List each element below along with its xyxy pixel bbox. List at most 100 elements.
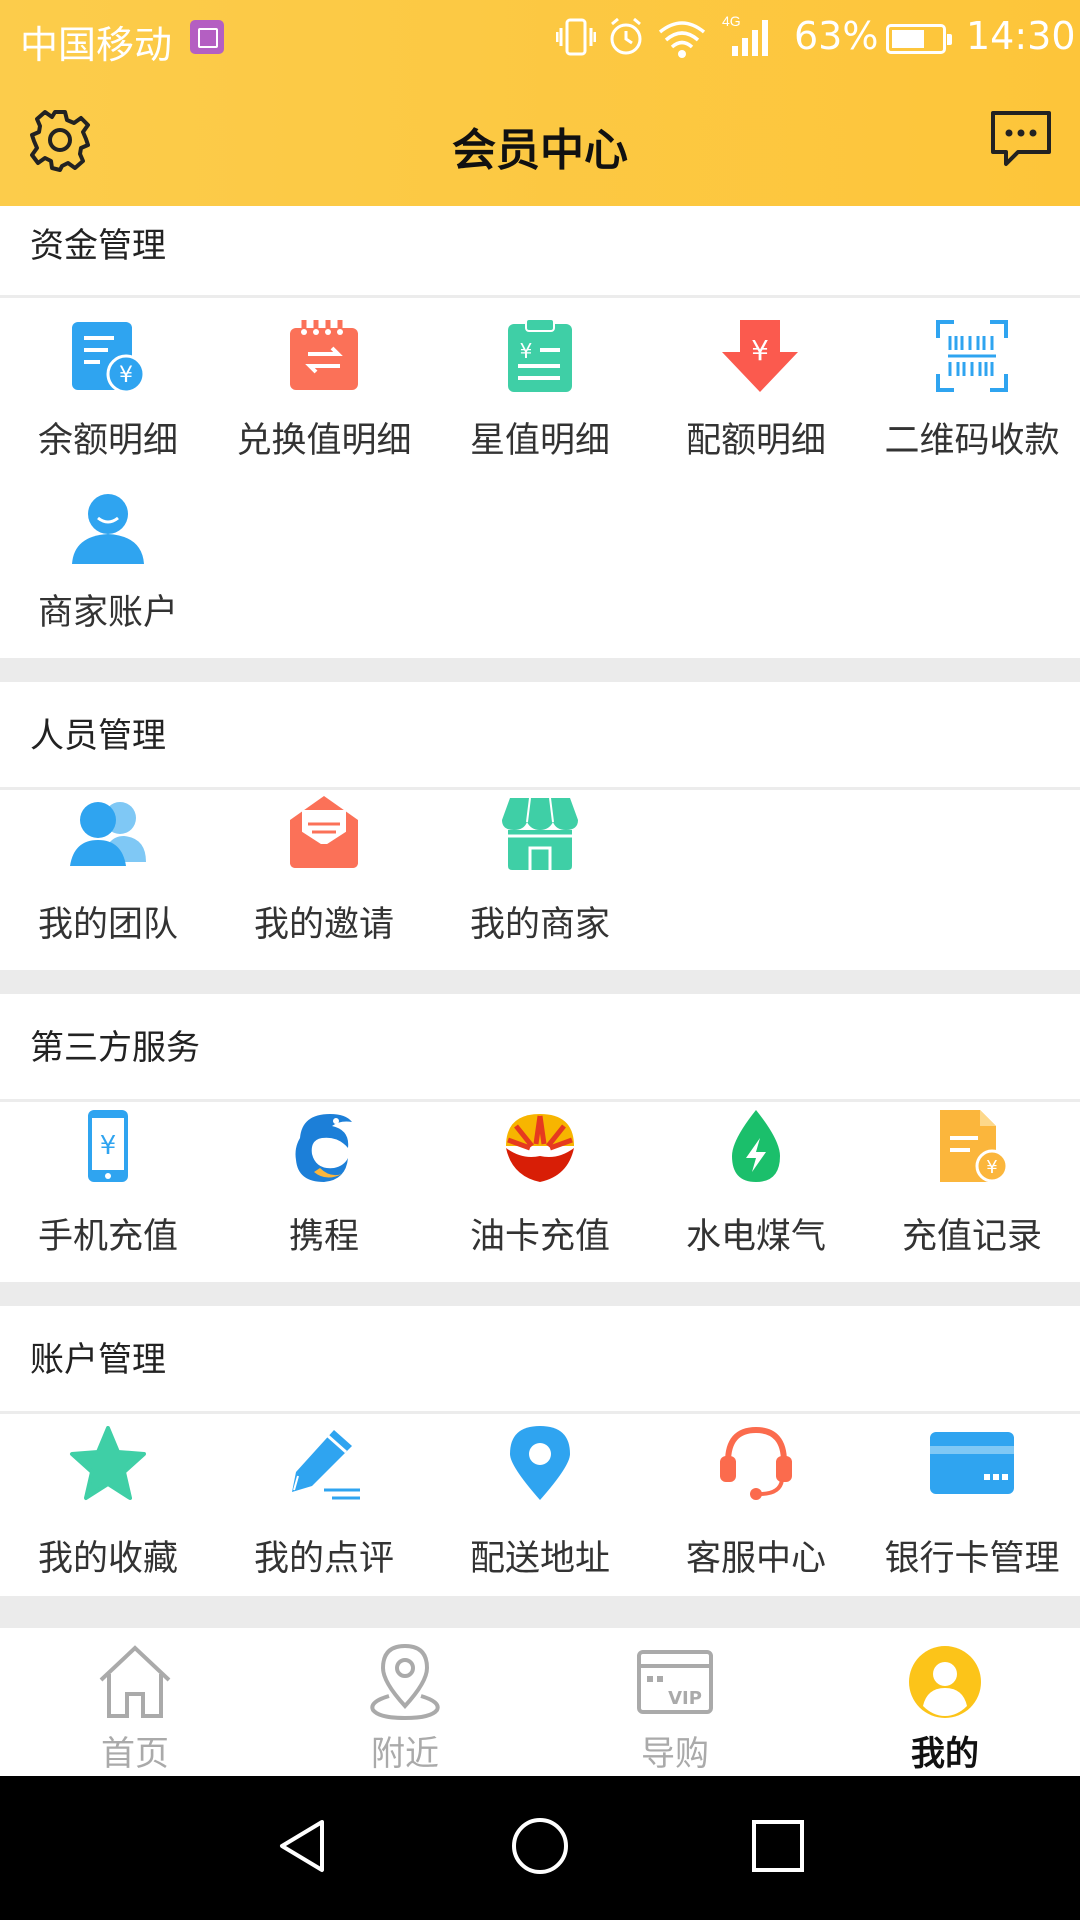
tab-home[interactable]: 首页 [0, 1628, 270, 1776]
menu-label: 星值明细 [469, 421, 610, 461]
menu-label: 充值记录 [901, 1217, 1042, 1257]
svg-text:¥: ¥ [986, 1157, 997, 1178]
menu-recharge-records[interactable]: ¥ 充值记录 [864, 1102, 1080, 1282]
status-bar: 中国移动 4G 63% 14:30 [0, 0, 1080, 76]
clipboard-yuan-icon: ¥ [508, 318, 572, 392]
team-icon [70, 802, 146, 866]
menu-label: 银行卡管理 [884, 1539, 1060, 1579]
exchange-calendar-icon [290, 320, 358, 390]
tab-mine[interactable]: 我的 [810, 1628, 1080, 1776]
menu-my-reviews[interactable]: 我的点评 [216, 1414, 432, 1596]
menu-fuel-card-recharge[interactable]: 油卡充值 [432, 1102, 648, 1282]
menu-label: 配额明细 [685, 421, 826, 461]
menu-merchant-account[interactable]: 商家账户 [0, 470, 216, 642]
carrier-name: 中国移动 [20, 23, 173, 67]
location-pin-icon [370, 1643, 440, 1721]
star-icon [70, 1426, 146, 1500]
tab-nearby[interactable]: 附近 [270, 1628, 540, 1776]
menu-label: 我的点评 [253, 1539, 394, 1579]
section-title: 人员管理 [0, 682, 1080, 790]
user-profile-icon [909, 1646, 981, 1718]
gallery-notification-icon [190, 20, 224, 54]
menu-mobile-recharge[interactable]: ¥ 手机充值 [0, 1102, 216, 1282]
svg-text:VIP: VIP [668, 1688, 702, 1709]
petrochina-logo-icon [506, 1114, 574, 1182]
menu-label: 我的商家 [469, 905, 610, 945]
menu-my-merchants[interactable]: 我的商家 [432, 790, 648, 970]
menu-my-invite[interactable]: 我的邀请 [216, 790, 432, 970]
location-pin-icon [510, 1426, 570, 1500]
menu-my-team[interactable]: 我的团队 [0, 790, 216, 970]
dolphin-logo-icon [295, 1114, 352, 1182]
bottom-tab-bar: 首页 附近 VIP 导购 我的 [0, 1628, 1080, 1776]
balance-document-icon: ¥ [72, 322, 146, 394]
page-title: 会员中心 [452, 125, 628, 176]
svg-text:¥: ¥ [520, 339, 533, 363]
wifi-icon [658, 21, 706, 58]
section-people: 人员管理 我的团队 我的邀请 我的商家 [0, 682, 1080, 970]
section-title: 第三方服务 [0, 994, 1080, 1102]
section-third-party: 第三方服务 ¥ 手机充值 携程 油卡充值 水电煤气 ¥ 充值记录 [0, 994, 1080, 1282]
menu-label: 油卡充值 [469, 1217, 610, 1257]
vibrate-icon [556, 18, 596, 56]
bank-card-icon [930, 1432, 1014, 1494]
menu-label: 客服中心 [685, 1539, 826, 1579]
app-header: 中国移动 4G 63% 14:30 会员中心 [0, 0, 1080, 206]
menu-label: 兑换值明细 [236, 421, 412, 461]
menu-label: 我的收藏 [37, 1539, 178, 1579]
barcode-scan-icon [936, 320, 1008, 392]
vip-card-icon: VIP [637, 1650, 713, 1714]
menu-ctrip[interactable]: 携程 [216, 1102, 432, 1282]
tab-label: 附近 [371, 1734, 439, 1774]
svg-text:¥: ¥ [100, 1131, 117, 1161]
pencil-icon [292, 1430, 360, 1500]
svg-text:¥: ¥ [751, 334, 769, 367]
clock: 14:30 [966, 14, 1076, 58]
title-bar: 会员中心 [0, 76, 1080, 206]
menu-label: 二维码收款 [884, 421, 1060, 461]
menu-utilities[interactable]: 水电煤气 [648, 1102, 864, 1282]
menu-label: 水电煤气 [685, 1217, 826, 1257]
menu-label: 携程 [288, 1217, 359, 1257]
battery-percent: 63% [794, 14, 879, 58]
down-arrow-yuan-icon: ¥ [722, 320, 798, 392]
user-avatar-icon [72, 494, 144, 564]
headset-icon [720, 1426, 792, 1500]
network-type: 4G [722, 13, 741, 29]
section-account: 账户管理 我的收藏 我的点评 配送地址 客服中心 银行卡管理 [0, 1306, 1080, 1596]
tab-label: 导购 [641, 1734, 709, 1774]
menu-label: 商家账户 [37, 593, 178, 633]
section-title: 账户管理 [0, 1306, 1080, 1414]
water-drop-bolt-icon [732, 1110, 780, 1182]
back-triangle-icon[interactable] [272, 1816, 332, 1876]
alarm-icon [610, 17, 642, 55]
home-circle-icon[interactable] [510, 1816, 570, 1876]
storefront-icon [502, 797, 578, 870]
section-title: 资金管理 [0, 206, 1080, 298]
home-icon [99, 1645, 171, 1718]
document-yuan-icon: ¥ [940, 1110, 1009, 1183]
menu-delivery-address[interactable]: 配送地址 [432, 1414, 648, 1596]
tab-label: 首页 [101, 1734, 169, 1774]
menu-my-favorites[interactable]: 我的收藏 [0, 1414, 216, 1596]
tab-label: 我的 [911, 1734, 979, 1774]
menu-exchange-detail[interactable]: 兑换值明细 [216, 298, 432, 470]
menu-label: 配送地址 [469, 1539, 610, 1579]
signal-icon: 4G [722, 13, 768, 56]
menu-label: 余额明细 [37, 421, 178, 461]
menu-quota-detail[interactable]: ¥ 配额明细 [648, 298, 864, 470]
recent-apps-square-icon[interactable] [748, 1816, 808, 1876]
tab-shopping-guide[interactable]: VIP 导购 [540, 1628, 810, 1776]
menu-qr-payment[interactable]: 二维码收款 [864, 298, 1080, 470]
phone-yuan-icon: ¥ [88, 1110, 128, 1182]
menu-balance-detail[interactable]: ¥ 余额明细 [0, 298, 216, 470]
menu-label: 手机充值 [37, 1217, 178, 1257]
menu-bank-card-management[interactable]: 银行卡管理 [864, 1414, 1080, 1596]
menu-customer-service[interactable]: 客服中心 [648, 1414, 864, 1596]
chat-bubble-icon[interactable] [988, 108, 1054, 170]
menu-label: 我的邀请 [253, 905, 394, 945]
system-navigation-bar [0, 1776, 1080, 1920]
menu-star-detail[interactable]: ¥ 星值明细 [432, 298, 648, 470]
menu-label: 我的团队 [37, 905, 178, 945]
battery-icon [886, 24, 952, 54]
